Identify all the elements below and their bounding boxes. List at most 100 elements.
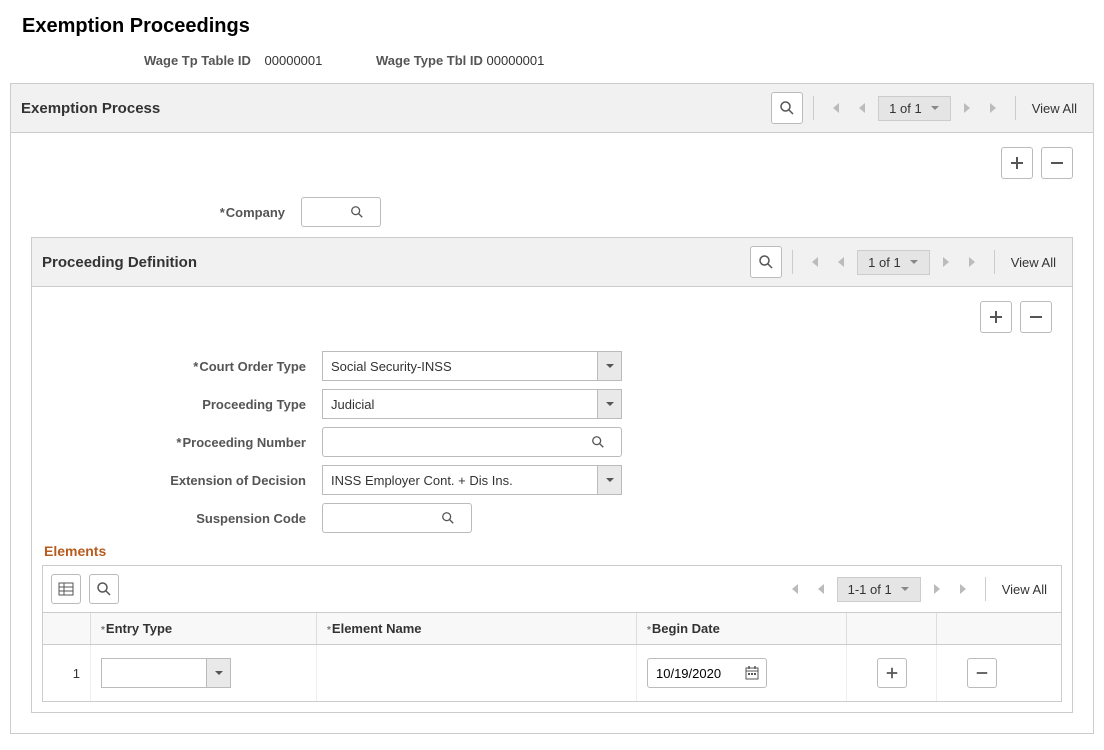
proceeding-delete-row-button[interactable] [1020,301,1052,333]
wage-type-tbl-id-value: 00000001 [487,53,545,68]
last-icon[interactable] [962,255,984,269]
chevron-down-icon [900,584,910,594]
page-indicator-text: 1 of 1 [889,101,922,116]
col-header-add [847,613,937,644]
exemption-process-section: Exemption Process 1 of 1 [10,83,1094,734]
chevron-down-icon [930,103,940,113]
court-order-type-value: Social Security-INSS [323,359,460,374]
suspension-code-lookup[interactable] [322,503,472,533]
divider [994,250,995,274]
minus-icon [1049,155,1065,171]
grid-icon [58,581,74,597]
company-label: Company [21,205,301,220]
proceeding-number-lookup[interactable] [322,427,622,457]
divider [1015,96,1016,120]
suspension-code-input[interactable] [331,505,441,531]
row-add-button[interactable] [877,658,907,688]
prev-icon[interactable] [831,255,851,269]
first-icon[interactable] [783,582,805,596]
next-icon[interactable] [927,582,947,596]
plus-icon [885,666,899,680]
proceeding-definition-section: Proceeding Definition 1 of 1 [31,237,1073,713]
col-header-begin-date[interactable]: Begin Date [637,613,847,644]
col-header-delete [937,613,1027,644]
elements-title: Elements [44,543,1062,559]
begin-date-field[interactable] [654,665,734,682]
company-lookup[interactable] [301,197,381,227]
col-header-rownum [43,613,91,644]
minus-icon [975,666,989,680]
wage-type-tbl-id-label: Wage Type Tbl ID [376,53,483,68]
exemption-delete-row-button[interactable] [1041,147,1073,179]
proceeding-type-value: Judicial [323,397,382,412]
first-icon[interactable] [803,255,825,269]
proceeding-page-indicator[interactable]: 1 of 1 [857,250,930,275]
wage-tp-table-id-label: Wage Tp Table ID [144,53,251,68]
chevron-down-icon [597,352,621,380]
minus-icon [1028,309,1044,325]
calendar-icon[interactable] [744,665,760,681]
last-icon[interactable] [983,101,1005,115]
table-row: 1 [43,645,1061,701]
exemption-add-row-button[interactable] [1001,147,1033,179]
exemption-view-all-link[interactable]: View All [1026,101,1083,116]
header-info: Wage Tp Table ID 00000001 Wage Type Tbl … [144,53,1100,68]
prev-icon[interactable] [852,101,872,115]
exemption-find-button[interactable] [771,92,803,124]
exemption-page-indicator[interactable]: 1 of 1 [878,96,951,121]
next-icon[interactable] [957,101,977,115]
grid-header-row: Entry Type Element Name Begin Date [43,612,1061,645]
elements-view-all-link[interactable]: View All [996,582,1053,597]
court-order-type-select[interactable]: Social Security-INSS [322,351,622,381]
divider [792,250,793,274]
search-icon [758,254,774,270]
row-number: 1 [43,645,91,701]
search-icon [591,435,605,449]
grid-personalize-button[interactable] [51,574,81,604]
element-name-cell [317,645,637,701]
search-icon [779,100,795,116]
page-indicator-text: 1 of 1 [868,255,901,270]
chevron-down-icon [206,659,230,687]
page-indicator-text: 1-1 of 1 [848,582,892,597]
page-title: Exemption Proceedings [22,15,1100,38]
suspension-code-label: Suspension Code [42,511,322,526]
chevron-down-icon [597,466,621,494]
col-header-element-name[interactable]: Element Name [317,613,637,644]
proceeding-find-button[interactable] [750,246,782,278]
proceeding-number-label: Proceeding Number [42,435,322,450]
search-icon [441,511,455,525]
proceeding-definition-title: Proceeding Definition [42,254,197,271]
extension-of-decision-value: INSS Employer Cont. + Dis Ins. [323,473,521,488]
plus-icon [988,309,1004,325]
row-delete-button[interactable] [967,658,997,688]
proceeding-type-select[interactable]: Judicial [322,389,622,419]
company-input[interactable] [310,199,350,225]
divider [813,96,814,120]
proceeding-view-all-link[interactable]: View All [1005,255,1062,270]
proceeding-number-input[interactable] [331,429,591,455]
chevron-down-icon [597,390,621,418]
wage-tp-table-id-value: 00000001 [265,53,323,68]
entry-type-select[interactable] [101,658,231,688]
elements-page-indicator[interactable]: 1-1 of 1 [837,577,921,602]
col-header-entry-type[interactable]: Entry Type [91,613,317,644]
extension-of-decision-label: Extension of Decision [42,473,322,488]
search-icon [96,581,112,597]
chevron-down-icon [909,257,919,267]
court-order-type-label: Court Order Type [42,359,322,374]
proceeding-type-label: Proceeding Type [42,397,322,412]
plus-icon [1009,155,1025,171]
grid-find-button[interactable] [89,574,119,604]
next-icon[interactable] [936,255,956,269]
search-icon [350,205,364,219]
elements-grid: 1-1 of 1 View All Entry Ty [42,565,1062,702]
divider [985,577,986,601]
proceeding-add-row-button[interactable] [980,301,1012,333]
last-icon[interactable] [953,582,975,596]
prev-icon[interactable] [811,582,831,596]
exemption-process-title: Exemption Process [21,100,160,117]
first-icon[interactable] [824,101,846,115]
begin-date-input[interactable] [647,658,767,688]
extension-of-decision-select[interactable]: INSS Employer Cont. + Dis Ins. [322,465,622,495]
